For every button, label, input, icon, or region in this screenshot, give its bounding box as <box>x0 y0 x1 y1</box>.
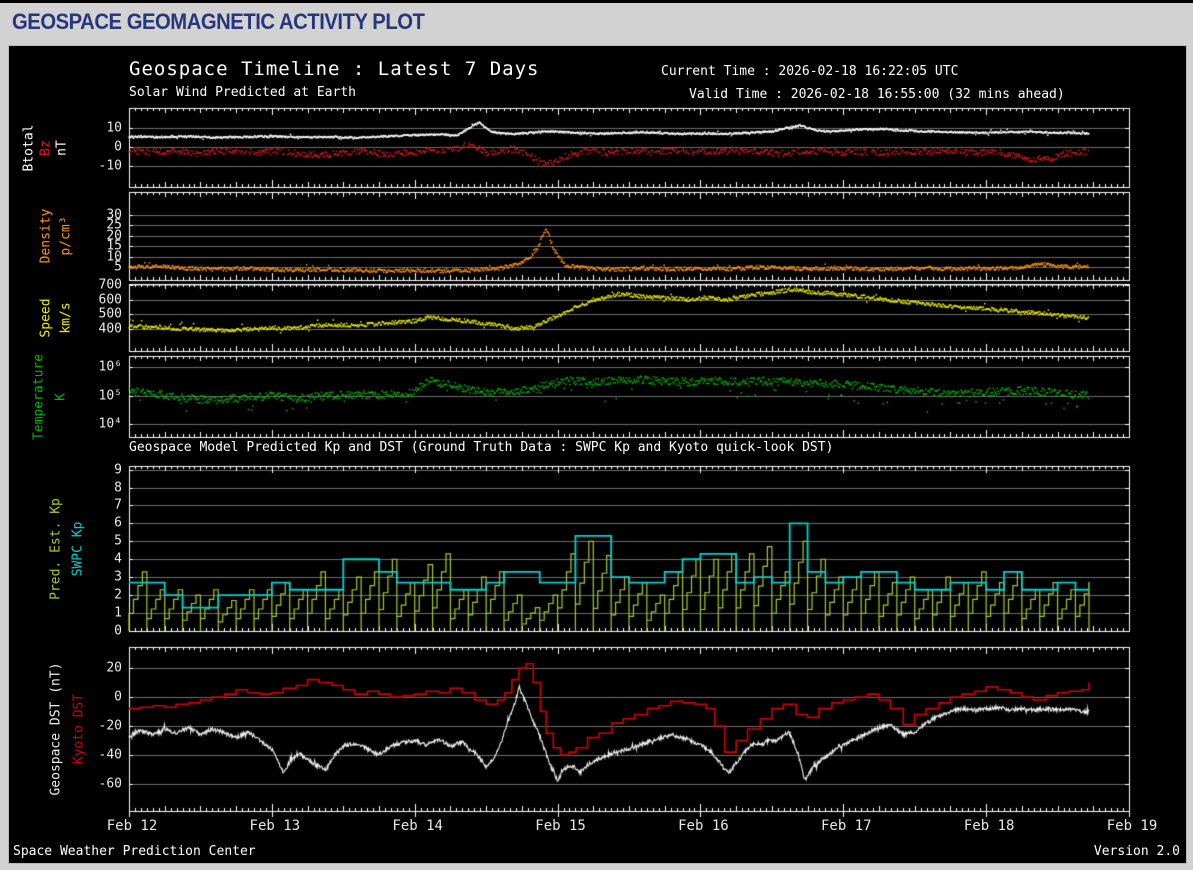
x-tick-label: Feb 12 <box>106 818 158 834</box>
panel-axis-label: nT <box>54 139 70 156</box>
plot-title: Geospace Timeline : Latest 7 Days <box>129 58 540 80</box>
y-tick-label: 2 <box>114 587 122 603</box>
y-tick-label: -10 <box>98 158 122 174</box>
x-tick-label: Feb 14 <box>392 818 443 834</box>
y-tick-label: -40 <box>98 747 122 763</box>
y-tick-label: 600 <box>98 292 122 308</box>
footer-version-label: Version 2.0 <box>1093 844 1180 859</box>
y-tick-label: 500 <box>98 306 122 322</box>
y-tick-label: 0 <box>114 139 122 155</box>
panel-axis-label: K <box>53 392 69 401</box>
model-subtitle: Geospace Model Predicted Kp and DST (Gro… <box>129 440 834 455</box>
page-header-bar: GEOSPACE GEOMAGNETIC ACTIVITY PLOT <box>0 3 1193 43</box>
x-tick-label: Feb 17 <box>820 818 872 834</box>
panel-axis-label: Geospace DST (nT) <box>48 662 64 796</box>
y-tick-label: 0 <box>114 623 122 639</box>
y-tick-label: 700 <box>98 277 122 293</box>
panel-axis-label: Kyoto DST <box>71 693 87 765</box>
panel-axis-label: p/cm³ <box>58 216 74 256</box>
y-tick-label: -60 <box>98 776 122 792</box>
current-time-label: Current Time : 2026-02-18 16:22:05 UTC <box>661 64 959 79</box>
y-tick-label: 20 <box>106 660 122 676</box>
y-tick-label: 1 <box>114 605 122 621</box>
y-tick-label: 10⁴ <box>98 416 122 432</box>
footer-source-label: Space Weather Prediction Center <box>13 844 256 859</box>
y-tick-label: 6 <box>114 515 122 531</box>
x-tick-label: Feb 18 <box>963 818 1015 834</box>
y-tick-label: 9 <box>114 462 122 478</box>
panel-axis-label: SWPC Kp <box>70 521 86 576</box>
panel-axis-label: Btotal <box>21 124 37 171</box>
panel-axis-label: Speed <box>38 297 54 338</box>
y-tick-label: 8 <box>114 480 122 496</box>
solar-wind-subtitle: Solar Wind Predicted at Earth <box>129 85 356 100</box>
y-tick-label: 5 <box>114 533 122 549</box>
y-tick-label: 10⁵ <box>98 388 122 403</box>
x-tick-label: Feb 13 <box>249 818 301 834</box>
y-tick-label: 3 <box>114 569 122 585</box>
y-tick-label: 400 <box>98 321 122 337</box>
y-tick-label: 0 <box>114 689 122 705</box>
page-title: GEOSPACE GEOMAGNETIC ACTIVITY PLOT <box>12 9 425 34</box>
x-tick-label: Feb 16 <box>678 818 729 834</box>
valid-time-label: Valid Time : 2026-02-18 16:55:00 (32 min… <box>689 87 1065 102</box>
y-tick-label: 7 <box>114 497 122 513</box>
panel-axis-label: Density <box>38 208 54 264</box>
y-tick-label: 10⁶ <box>98 359 122 375</box>
y-tick-label: 4 <box>114 551 122 567</box>
x-tick-label: Feb 19 <box>1106 818 1158 834</box>
x-tick-label: Feb 15 <box>535 818 586 834</box>
y-tick-label: -20 <box>98 718 122 734</box>
y-tick-label: 5 <box>114 259 122 275</box>
plot-frame: Geospace Timeline : Latest 7 Days Curren… <box>8 45 1187 864</box>
panel-axis-label: km/s <box>58 301 74 334</box>
panel-axis-label: Bz <box>38 139 54 156</box>
panel-axis-label: Pred. Est. Kp <box>48 497 64 600</box>
panel-axis-label: Temperature <box>31 353 47 440</box>
y-tick-label: 10 <box>106 120 122 136</box>
